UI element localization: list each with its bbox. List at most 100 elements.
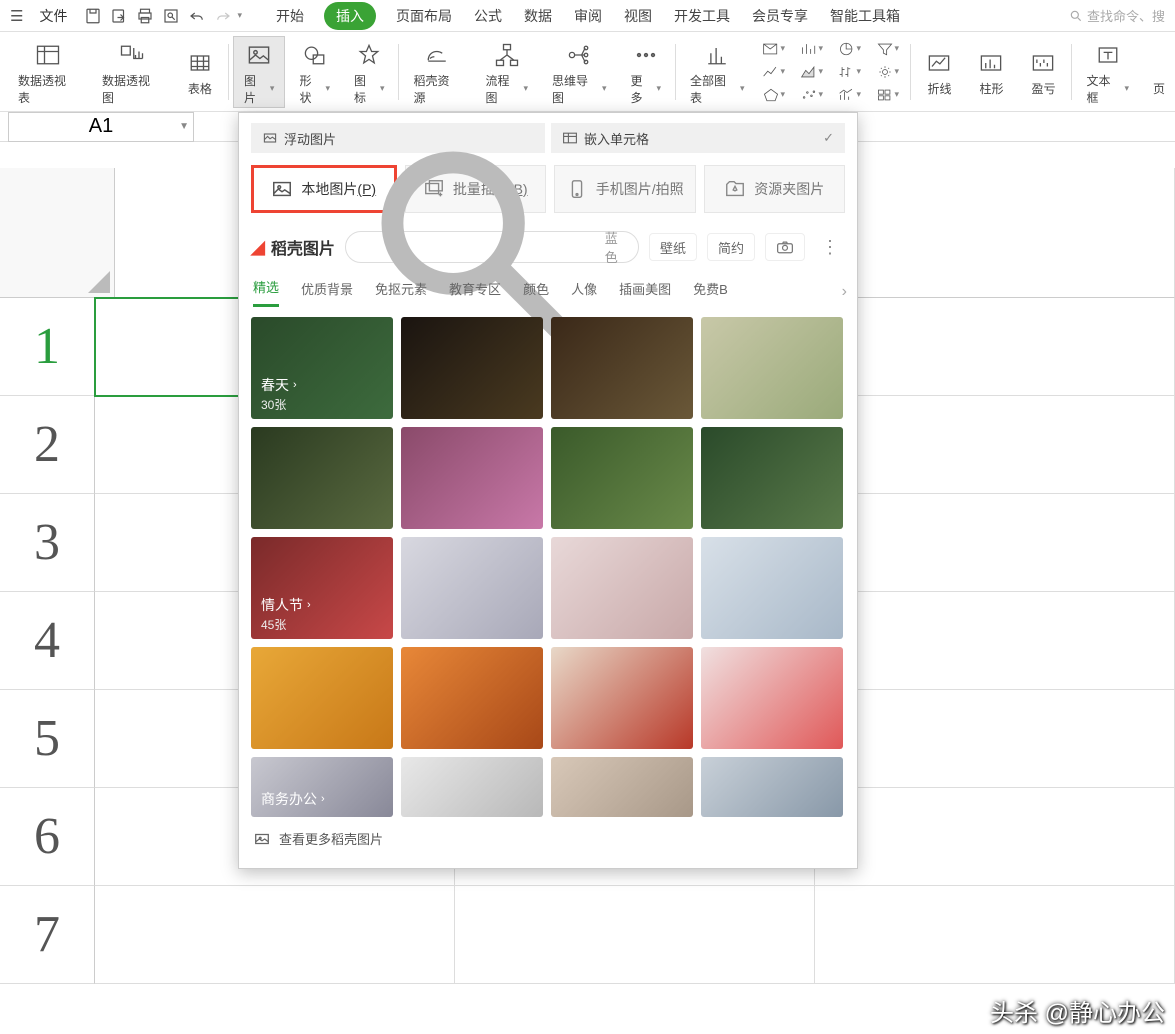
thumb-18[interactable] [401, 757, 543, 817]
image-search-input[interactable]: 蓝色 [345, 231, 639, 263]
print-icon[interactable] [133, 4, 157, 28]
picture-button[interactable]: 图片▾ [233, 36, 286, 108]
row-header-3[interactable]: 3 [0, 494, 95, 592]
thumb-2[interactable] [401, 317, 543, 419]
cell-C4[interactable] [815, 592, 1175, 690]
chart-stock-icon[interactable]: ▾ [838, 61, 864, 83]
thumb-12[interactable] [701, 537, 843, 639]
file-menu[interactable]: 文件 [31, 6, 75, 26]
cat-free[interactable]: 免费B [693, 279, 728, 306]
thumb-15[interactable] [551, 647, 693, 749]
menu-icon[interactable]: ☰ [4, 7, 29, 25]
chart-more-icon[interactable]: ▾ [876, 84, 902, 106]
tab-data[interactable]: 数据 [522, 0, 554, 32]
iconlib-button[interactable]: 图标▾ [344, 36, 395, 108]
pivot-table-button[interactable]: 数据透视表 [8, 36, 88, 108]
chart-bar-icon[interactable]: ▾ [800, 38, 826, 60]
sparkline-line-button[interactable]: 折线 [915, 36, 963, 108]
select-all-corner[interactable] [0, 168, 115, 298]
thumb-13[interactable] [251, 647, 393, 749]
qat-dropdown-icon[interactable]: ▾ [237, 10, 242, 21]
row-header-1[interactable]: 1 [0, 298, 95, 396]
chart-pie-icon[interactable]: ▾ [838, 38, 864, 60]
cat-color[interactable]: 颜色 [523, 279, 549, 306]
tab-insert[interactable]: 插入 [324, 2, 376, 30]
chart-scatter-icon[interactable]: ▾ [800, 84, 826, 106]
pivot-chart-button[interactable]: 数据透视图 [92, 36, 172, 108]
tab-layout[interactable]: 页面布局 [394, 0, 454, 32]
thumb-11[interactable] [551, 537, 693, 639]
thumb-3[interactable] [551, 317, 693, 419]
cat-education[interactable]: 教育专区 [449, 279, 501, 306]
chart-envelope-icon[interactable]: ▾ [762, 38, 788, 60]
thumb-8[interactable] [701, 427, 843, 529]
chart-line-icon[interactable]: ▾ [762, 61, 788, 83]
name-box-dropdown-icon[interactable]: ▼ [179, 121, 189, 132]
thumb-14[interactable] [401, 647, 543, 749]
tab-dev[interactable]: 开发工具 [672, 0, 732, 32]
tab-view[interactable]: 视图 [622, 0, 654, 32]
chart-area-icon[interactable]: ▾ [800, 61, 826, 83]
camera-button[interactable] [765, 233, 805, 261]
cell-C5[interactable] [815, 690, 1175, 788]
chart-sun-icon[interactable]: ▾ [876, 61, 902, 83]
cell-C7[interactable] [815, 886, 1175, 984]
sparkline-winloss-button[interactable]: 盈亏 [1019, 36, 1067, 108]
cat-portrait[interactable]: 人像 [571, 279, 597, 306]
tab-vip[interactable]: 会员专享 [750, 0, 810, 32]
row-header-5[interactable]: 5 [0, 690, 95, 788]
cell-B7[interactable] [455, 886, 815, 984]
page-misc-button[interactable]: 页 [1143, 36, 1167, 108]
album-spring[interactable]: 春天› 30张 [251, 317, 393, 419]
thumb-5[interactable] [251, 427, 393, 529]
cat-illustration[interactable]: 插画美图 [619, 279, 671, 306]
row-header-4[interactable]: 4 [0, 592, 95, 690]
chip-wallpaper[interactable]: 壁纸 [649, 233, 697, 261]
chart-radar-icon[interactable]: ▾ [762, 84, 788, 106]
cat-featured[interactable]: 精选 [253, 277, 279, 307]
preview-icon[interactable] [159, 4, 183, 28]
row-header-2[interactable]: 2 [0, 396, 95, 494]
docer-button[interactable]: 稻壳资源 [403, 36, 471, 108]
thumb-6[interactable] [401, 427, 543, 529]
allcharts-button[interactable]: 全部图表▾ [680, 36, 755, 108]
chip-simple[interactable]: 简约 [707, 233, 755, 261]
tab-formula[interactable]: 公式 [472, 0, 504, 32]
cell-C6[interactable] [815, 788, 1175, 886]
view-more-link[interactable]: 查看更多稻壳图片 [239, 821, 857, 856]
save-icon[interactable] [81, 4, 105, 28]
mode-embed-button[interactable]: 嵌入单元格✓ [551, 123, 845, 153]
cell-A7[interactable] [95, 886, 455, 984]
flowchart-button[interactable]: 流程图▾ [475, 36, 538, 108]
tab-kit[interactable]: 智能工具箱 [828, 0, 902, 32]
shape-button[interactable]: 形状▾ [289, 36, 340, 108]
table-button[interactable]: 表格 [176, 36, 224, 108]
cat-cutout[interactable]: 免抠元素 [375, 279, 427, 306]
output-icon[interactable] [107, 4, 131, 28]
redo-icon[interactable] [211, 4, 235, 28]
undo-icon[interactable] [185, 4, 209, 28]
thumb-7[interactable] [551, 427, 693, 529]
row-header-7[interactable]: 7 [0, 886, 95, 984]
thumb-16[interactable] [701, 647, 843, 749]
thumb-20[interactable] [701, 757, 843, 817]
mindmap-button[interactable]: 思维导图▾ [542, 36, 617, 108]
row-header-6[interactable]: 6 [0, 788, 95, 886]
album-business[interactable]: 商务办公› [251, 757, 393, 817]
thumb-19[interactable] [551, 757, 693, 817]
cat-scroll-right-icon[interactable]: › [842, 283, 847, 301]
cell-C2[interactable] [815, 396, 1175, 494]
cat-background[interactable]: 优质背景 [301, 279, 353, 306]
album-valentine[interactable]: 情人节› 45张 [251, 537, 393, 639]
thumb-10[interactable] [401, 537, 543, 639]
command-search[interactable]: 查找命令、搜 [1063, 6, 1171, 25]
tab-start[interactable]: 开始 [274, 0, 306, 32]
name-box[interactable]: A1 ▼ [8, 112, 194, 142]
sparkline-column-button[interactable]: 柱形 [967, 36, 1015, 108]
tab-review[interactable]: 审阅 [572, 0, 604, 32]
chart-combo-icon[interactable]: ▾ [838, 84, 864, 106]
resource-folder-button[interactable]: 资源夹图片 [704, 165, 846, 213]
thumb-4[interactable] [701, 317, 843, 419]
chart-funnel-icon[interactable]: ▾ [876, 38, 902, 60]
cell-C3[interactable] [815, 494, 1175, 592]
